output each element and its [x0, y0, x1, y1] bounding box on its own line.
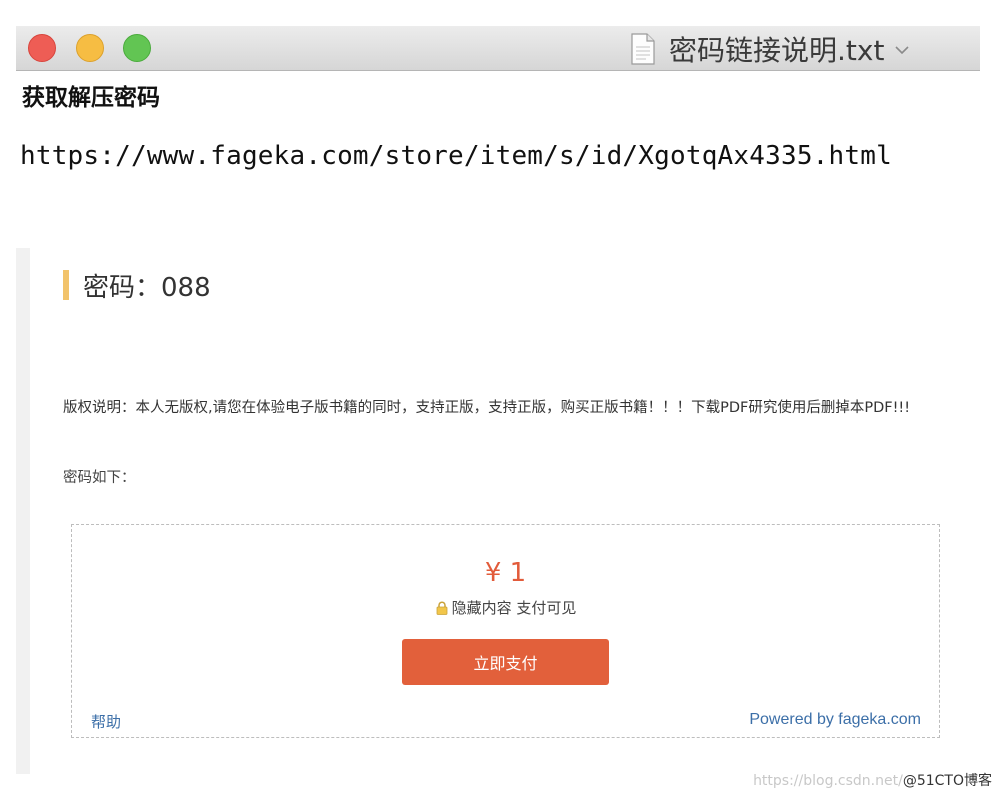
watermark: https://blog.csdn.net/@51CTO博客: [753, 770, 992, 790]
paywall-box: ¥ 1 隐藏内容 支付可见 立即支付 帮助 Powered by fageka.…: [71, 524, 940, 738]
password-title-text: 密码：088: [83, 272, 211, 303]
price-label: ¥ 1: [484, 558, 527, 588]
document-url: https://www.fageka.com/store/item/s/id/X…: [20, 141, 892, 171]
hidden-content-notice: 隐藏内容 支付可见: [72, 597, 939, 618]
document-heading: 获取解压密码: [22, 85, 160, 111]
window-title[interactable]: 密码链接说明.txt: [631, 30, 910, 68]
document-icon: [631, 33, 655, 65]
hidden-content-text: 隐藏内容 支付可见: [451, 599, 577, 617]
lock-icon: [435, 601, 449, 615]
copyright-notice: 版权说明：本人无版权,请您在体验电子版书籍的同时，支持正版，支持正版，购买正版书…: [63, 400, 911, 416]
window-title-text: 密码链接说明.txt: [669, 34, 885, 67]
password-title: 密码：088: [63, 268, 211, 303]
close-window-button[interactable]: [28, 34, 56, 62]
pay-now-button[interactable]: 立即支付: [402, 639, 609, 685]
zoom-window-button[interactable]: [123, 34, 151, 62]
watermark-url: https://blog.csdn.net/: [753, 773, 903, 789]
window-titlebar: 密码链接说明.txt: [16, 26, 980, 71]
powered-by-link[interactable]: Powered by fageka.com: [749, 711, 921, 729]
page-left-border: [16, 248, 30, 774]
chevron-down-icon[interactable]: [894, 39, 910, 60]
password-below-label: 密码如下：: [63, 470, 136, 486]
help-link[interactable]: 帮助: [91, 711, 121, 732]
title-accent-bar: [63, 270, 69, 300]
minimize-window-button[interactable]: [76, 34, 104, 62]
watermark-brand: @51CTO博客: [902, 773, 992, 789]
